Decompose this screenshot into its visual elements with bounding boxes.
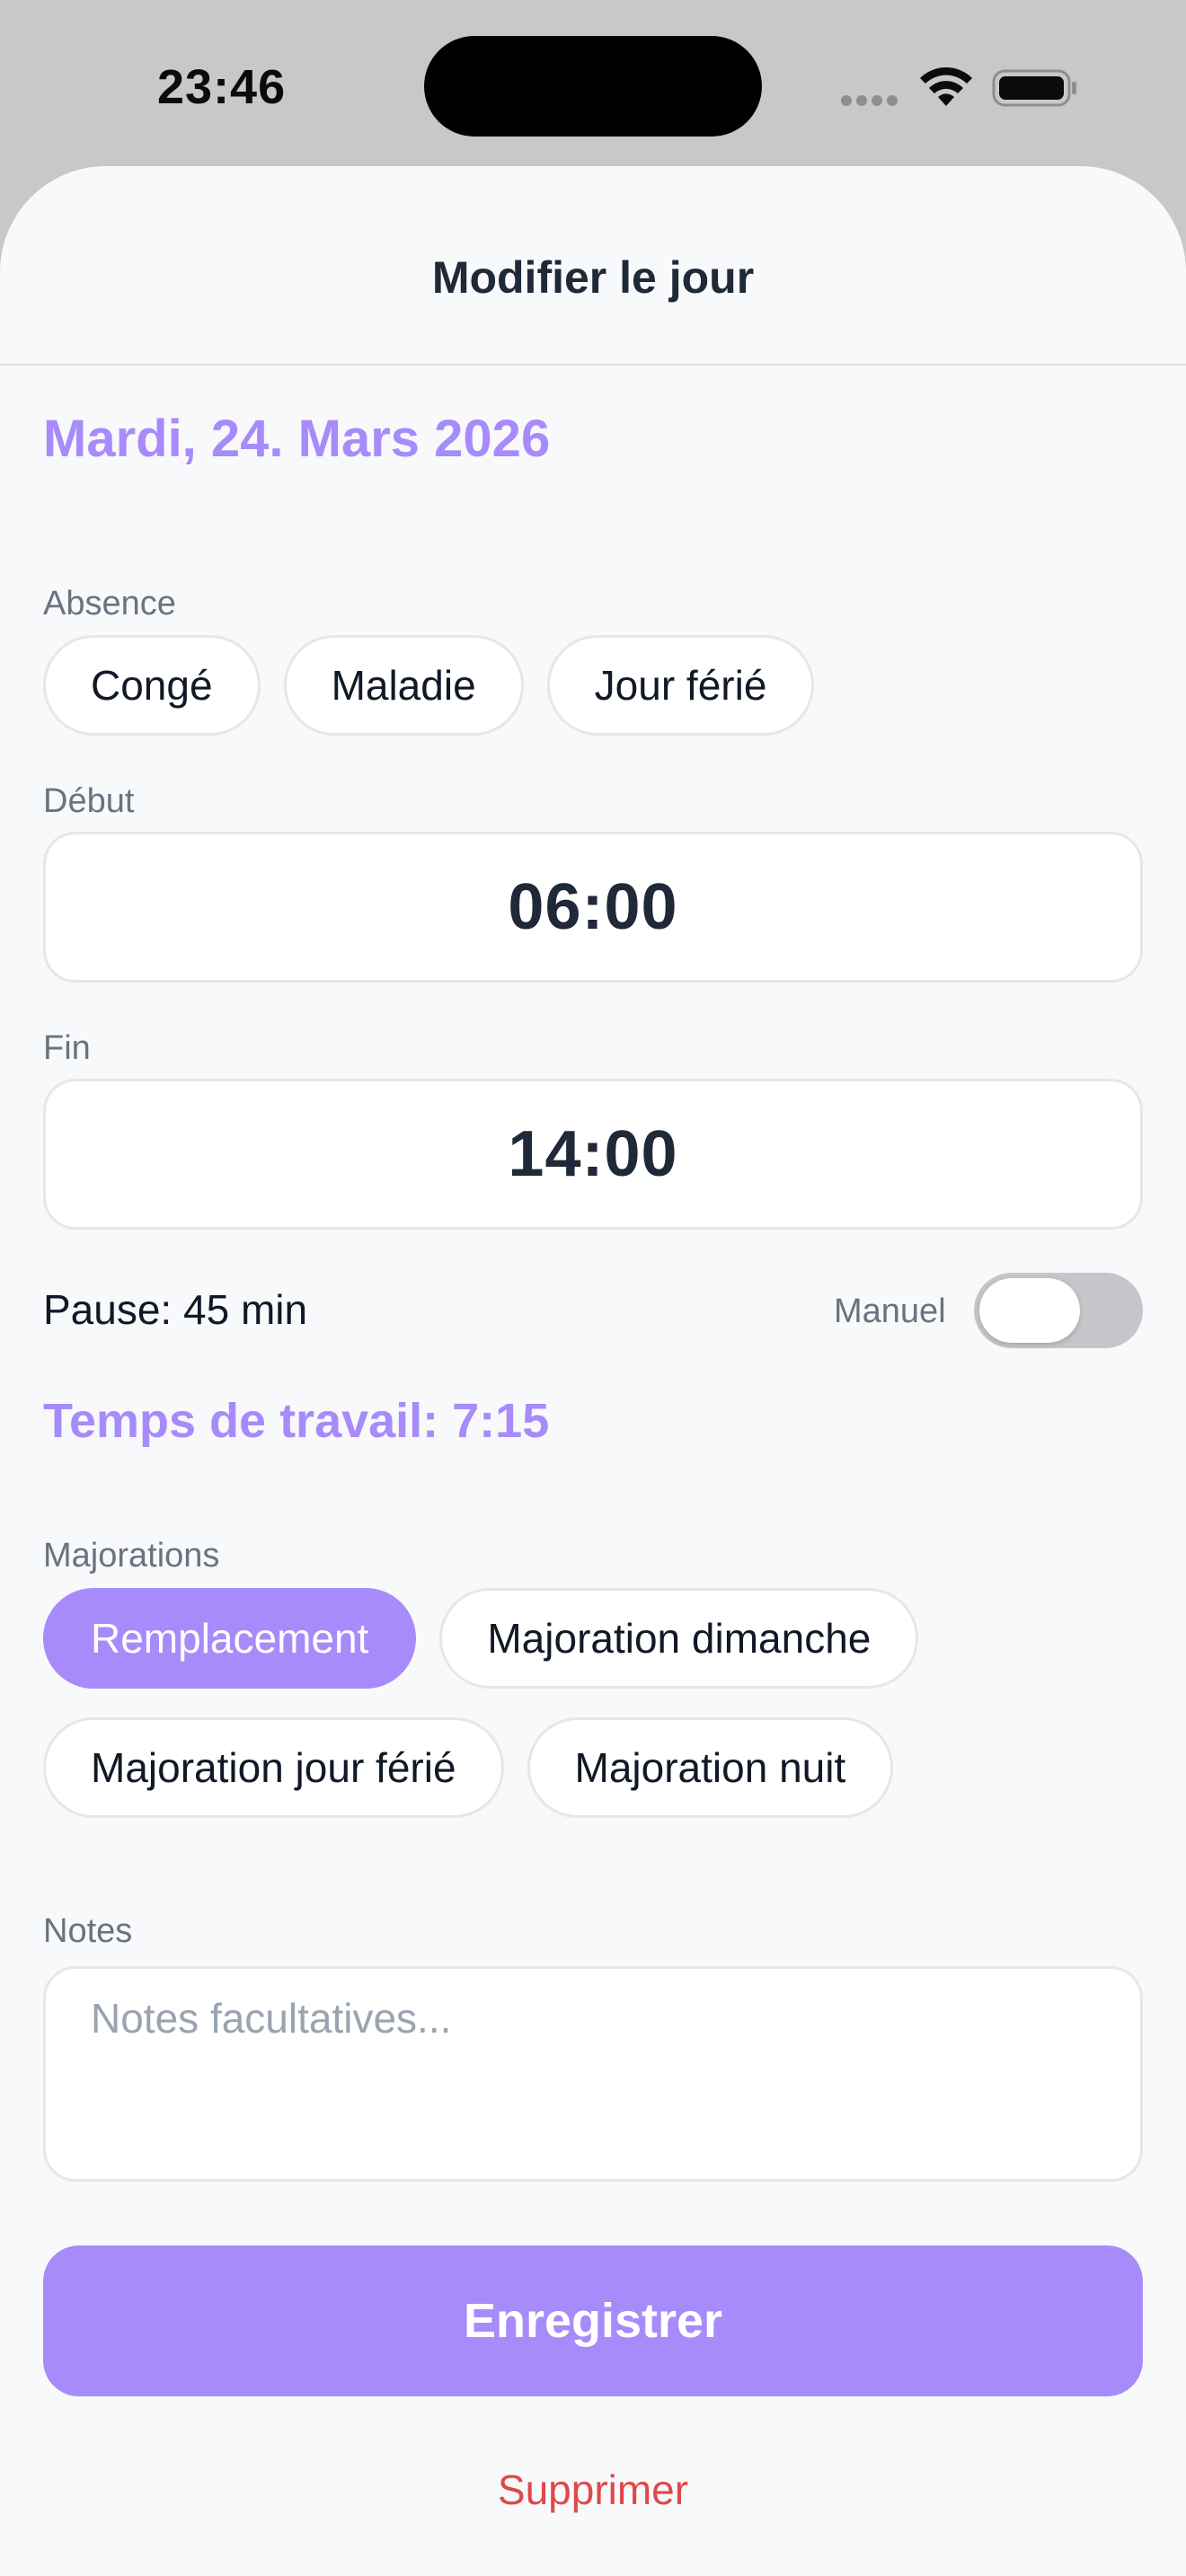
manual-pause-toggle[interactable] bbox=[974, 1273, 1143, 1348]
edit-day-sheet: Modifier le jour Mardi, 24. Mars 2026 Ab… bbox=[0, 166, 1186, 2576]
surcharges-row-1: Remplacement Majoration dimanche bbox=[43, 1588, 919, 1689]
surcharge-chip-holiday[interactable]: Majoration jour férié bbox=[43, 1717, 504, 1818]
notes-textarea[interactable]: Notes facultatives... bbox=[43, 1966, 1143, 2182]
surcharges-row-2: Majoration jour férié Majoration nuit bbox=[43, 1717, 894, 1818]
manual-label: Manuel bbox=[834, 1292, 946, 1330]
notes-label: Notes bbox=[43, 1912, 133, 1950]
surcharge-chip-replacement[interactable]: Remplacement bbox=[43, 1588, 417, 1689]
absence-chip-holiday[interactable]: Jour férié bbox=[546, 635, 815, 736]
dynamic-island bbox=[424, 36, 762, 137]
end-time-picker[interactable]: 14:00 bbox=[43, 1079, 1143, 1230]
delete-button[interactable]: Supprimer bbox=[0, 2466, 1186, 2514]
battery-icon bbox=[992, 69, 1076, 107]
notes-placeholder: Notes facultatives... bbox=[91, 1995, 452, 2042]
absence-label: Absence bbox=[43, 585, 176, 622]
wifi-icon bbox=[920, 66, 972, 106]
status-bar: 23:46 bbox=[0, 0, 1186, 166]
surcharge-chip-night[interactable]: Majoration nuit bbox=[527, 1717, 894, 1818]
save-button[interactable]: Enregistrer bbox=[43, 2245, 1143, 2396]
surcharges-label: Majorations bbox=[43, 1537, 220, 1575]
cellular-signal-icon bbox=[841, 94, 904, 107]
absence-options: Congé Maladie Jour férié bbox=[43, 635, 815, 736]
start-time-picker[interactable]: 06:00 bbox=[43, 832, 1143, 983]
end-label: Fin bbox=[43, 1029, 91, 1067]
sheet-header: Modifier le jour bbox=[0, 166, 1186, 366]
date-heading: Mardi, 24. Mars 2026 bbox=[43, 410, 551, 468]
absence-chip-vacation[interactable]: Congé bbox=[43, 635, 261, 736]
work-time-summary: Temps de travail: 7:15 bbox=[43, 1394, 550, 1448]
toggle-knob bbox=[979, 1278, 1080, 1343]
start-label: Début bbox=[43, 782, 135, 820]
absence-chip-sick[interactable]: Maladie bbox=[283, 635, 524, 736]
sheet-title: Modifier le jour bbox=[431, 252, 755, 303]
surcharge-chip-sunday[interactable]: Majoration dimanche bbox=[439, 1588, 919, 1689]
status-time: 23:46 bbox=[157, 60, 287, 114]
pause-text: Pause: 45 min bbox=[43, 1286, 308, 1333]
